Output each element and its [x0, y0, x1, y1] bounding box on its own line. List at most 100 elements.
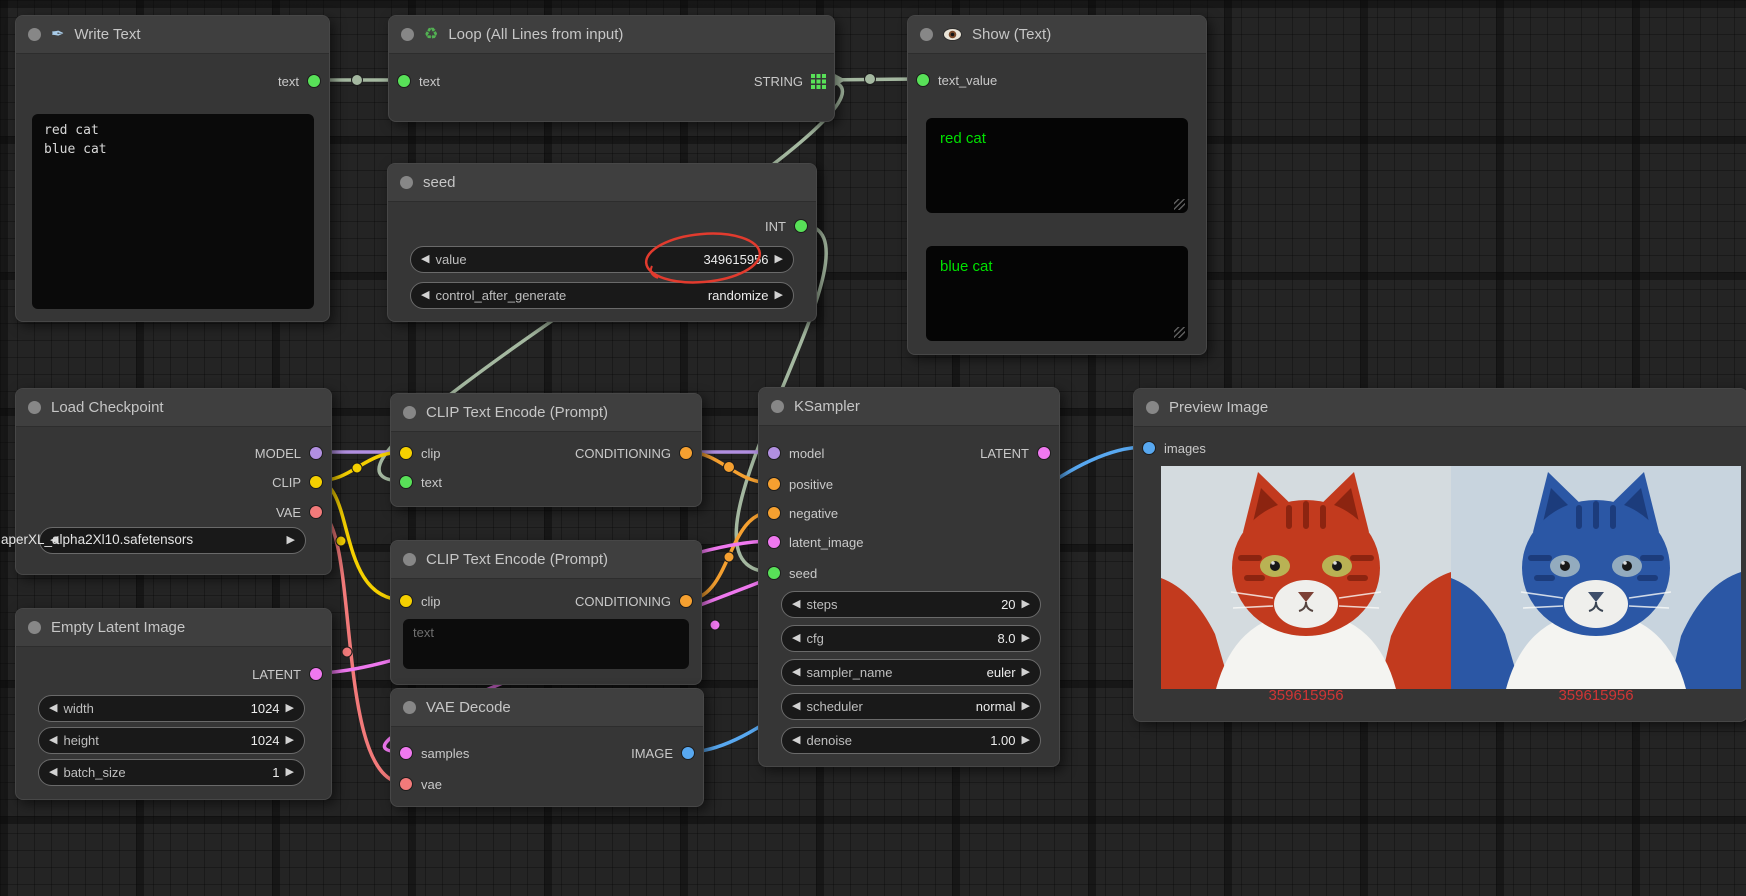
input-socket-negative[interactable]: [767, 506, 781, 520]
decrement-icon[interactable]: [421, 254, 429, 265]
node-header[interactable]: KSampler: [759, 388, 1059, 426]
input-socket-latent-image[interactable]: [767, 535, 781, 549]
node-header[interactable]: Load Checkpoint: [16, 389, 331, 427]
node-graph-canvas[interactable]: ✒ Write Text text red cat blue cat ♻ Loo…: [0, 0, 1746, 896]
widget-denoise[interactable]: denoise 1.00: [781, 727, 1041, 754]
input-socket-clip[interactable]: [399, 446, 413, 460]
widget-value[interactable]: euler: [987, 665, 1016, 680]
collapse-dot-icon[interactable]: [403, 553, 416, 566]
input-socket-positive[interactable]: [767, 477, 781, 491]
next-option-icon[interactable]: [1022, 667, 1030, 678]
output-socket-int[interactable]: [794, 219, 808, 233]
next-option-icon[interactable]: [1022, 701, 1030, 712]
widget-value[interactable]: normal: [976, 699, 1016, 714]
widget-scheduler[interactable]: scheduler normal: [781, 693, 1041, 720]
output-socket-vae[interactable]: [309, 505, 323, 519]
decrement-icon[interactable]: [792, 633, 800, 644]
widget-value[interactable]: 1024: [251, 733, 280, 748]
collapse-dot-icon[interactable]: [1146, 401, 1159, 414]
collapse-dot-icon[interactable]: [403, 701, 416, 714]
node-header[interactable]: Show (Text): [908, 16, 1206, 54]
prev-option-icon[interactable]: [421, 290, 429, 301]
increment-icon[interactable]: [1022, 735, 1030, 746]
widget-value[interactable]: 349615956: [703, 252, 768, 267]
node-header[interactable]: ✒ Write Text: [16, 16, 329, 54]
node-header[interactable]: CLIP Text Encode (Prompt): [391, 541, 701, 579]
output-socket-clip[interactable]: [309, 475, 323, 489]
output-row-text: text: [278, 71, 321, 91]
list-output-icon[interactable]: [811, 74, 826, 89]
widget-value[interactable]: randomize: [708, 288, 769, 303]
next-option-icon[interactable]: [287, 535, 295, 546]
increment-icon[interactable]: [286, 703, 294, 714]
output-row-vae: VAE: [276, 502, 323, 522]
decrement-icon[interactable]: [49, 703, 57, 714]
widget-value[interactable]: 1024: [251, 701, 280, 716]
collapse-dot-icon[interactable]: [403, 406, 416, 419]
node-header[interactable]: CLIP Text Encode (Prompt): [391, 394, 701, 432]
decrement-icon[interactable]: [49, 767, 57, 778]
widget-batch-size[interactable]: batch_size 1: [38, 759, 305, 786]
widget-value[interactable]: 20: [1001, 597, 1015, 612]
increment-icon[interactable]: [286, 767, 294, 778]
input-socket-text-value[interactable]: [916, 73, 930, 87]
output-socket-latent[interactable]: [1037, 446, 1051, 460]
output-socket-conditioning[interactable]: [679, 446, 693, 460]
input-socket-images[interactable]: [1142, 441, 1156, 455]
input-socket-text[interactable]: [399, 475, 413, 489]
input-row-negative: negative: [767, 503, 838, 523]
collapse-dot-icon[interactable]: [28, 621, 41, 634]
collapse-dot-icon[interactable]: [920, 28, 933, 41]
increment-icon[interactable]: [1022, 599, 1030, 610]
preview-image-blue-cat: [1451, 466, 1741, 689]
decrement-icon[interactable]: [792, 599, 800, 610]
decrement-icon[interactable]: [792, 735, 800, 746]
collapse-dot-icon[interactable]: [400, 176, 413, 189]
widget-width[interactable]: width 1024: [38, 695, 305, 722]
prev-option-icon[interactable]: [792, 667, 800, 678]
node-header[interactable]: seed: [388, 164, 816, 202]
text-editor[interactable]: red cat blue cat: [32, 114, 314, 309]
input-socket-clip[interactable]: [399, 594, 413, 608]
widget-cfg[interactable]: cfg 8.0: [781, 625, 1041, 652]
collapse-dot-icon[interactable]: [401, 28, 414, 41]
node-header[interactable]: Empty Latent Image: [16, 609, 331, 647]
widget-seed-value[interactable]: value 349615956: [410, 246, 794, 273]
widget-value[interactable]: 1.00: [990, 733, 1015, 748]
output-socket-image[interactable]: [681, 746, 695, 760]
output-socket-conditioning[interactable]: [679, 594, 693, 608]
show-text-output-1[interactable]: red cat: [926, 118, 1188, 213]
increment-icon[interactable]: [286, 735, 294, 746]
prev-option-icon[interactable]: [792, 701, 800, 712]
output-socket-model[interactable]: [309, 446, 323, 460]
next-option-icon[interactable]: [775, 290, 783, 301]
node-header[interactable]: VAE Decode: [391, 689, 703, 727]
widget-sampler-name[interactable]: sampler_name euler: [781, 659, 1041, 686]
input-socket-seed[interactable]: [767, 566, 781, 580]
widget-height[interactable]: height 1024: [38, 727, 305, 754]
node-empty-latent-image: Empty Latent Image LATENT width 1024 hei…: [15, 608, 332, 800]
widget-steps[interactable]: steps 20: [781, 591, 1041, 618]
input-socket-samples[interactable]: [399, 746, 413, 760]
node-header[interactable]: ♻ Loop (All Lines from input): [389, 16, 834, 54]
output-socket-latent[interactable]: [309, 667, 323, 681]
widget-ckpt-name[interactable]: [39, 527, 306, 554]
widget-control-after-generate[interactable]: control_after_generate randomize: [410, 282, 794, 309]
increment-icon[interactable]: [1022, 633, 1030, 644]
collapse-dot-icon[interactable]: [28, 401, 41, 414]
decrement-icon[interactable]: [49, 735, 57, 746]
show-text-output-2[interactable]: blue cat: [926, 246, 1188, 341]
collapse-dot-icon[interactable]: [771, 400, 784, 413]
input-socket-model[interactable]: [767, 446, 781, 460]
output-socket-text[interactable]: [307, 74, 321, 88]
output-label: LATENT: [252, 667, 301, 682]
prev-option-icon[interactable]: [50, 535, 58, 546]
node-header[interactable]: Preview Image: [1134, 389, 1746, 427]
input-socket-text[interactable]: [397, 74, 411, 88]
increment-icon[interactable]: [775, 254, 783, 265]
prompt-text-editor[interactable]: text: [403, 619, 689, 669]
widget-value[interactable]: 1: [272, 765, 279, 780]
widget-value[interactable]: 8.0: [997, 631, 1015, 646]
collapse-dot-icon[interactable]: [28, 28, 41, 41]
input-socket-vae[interactable]: [399, 777, 413, 791]
